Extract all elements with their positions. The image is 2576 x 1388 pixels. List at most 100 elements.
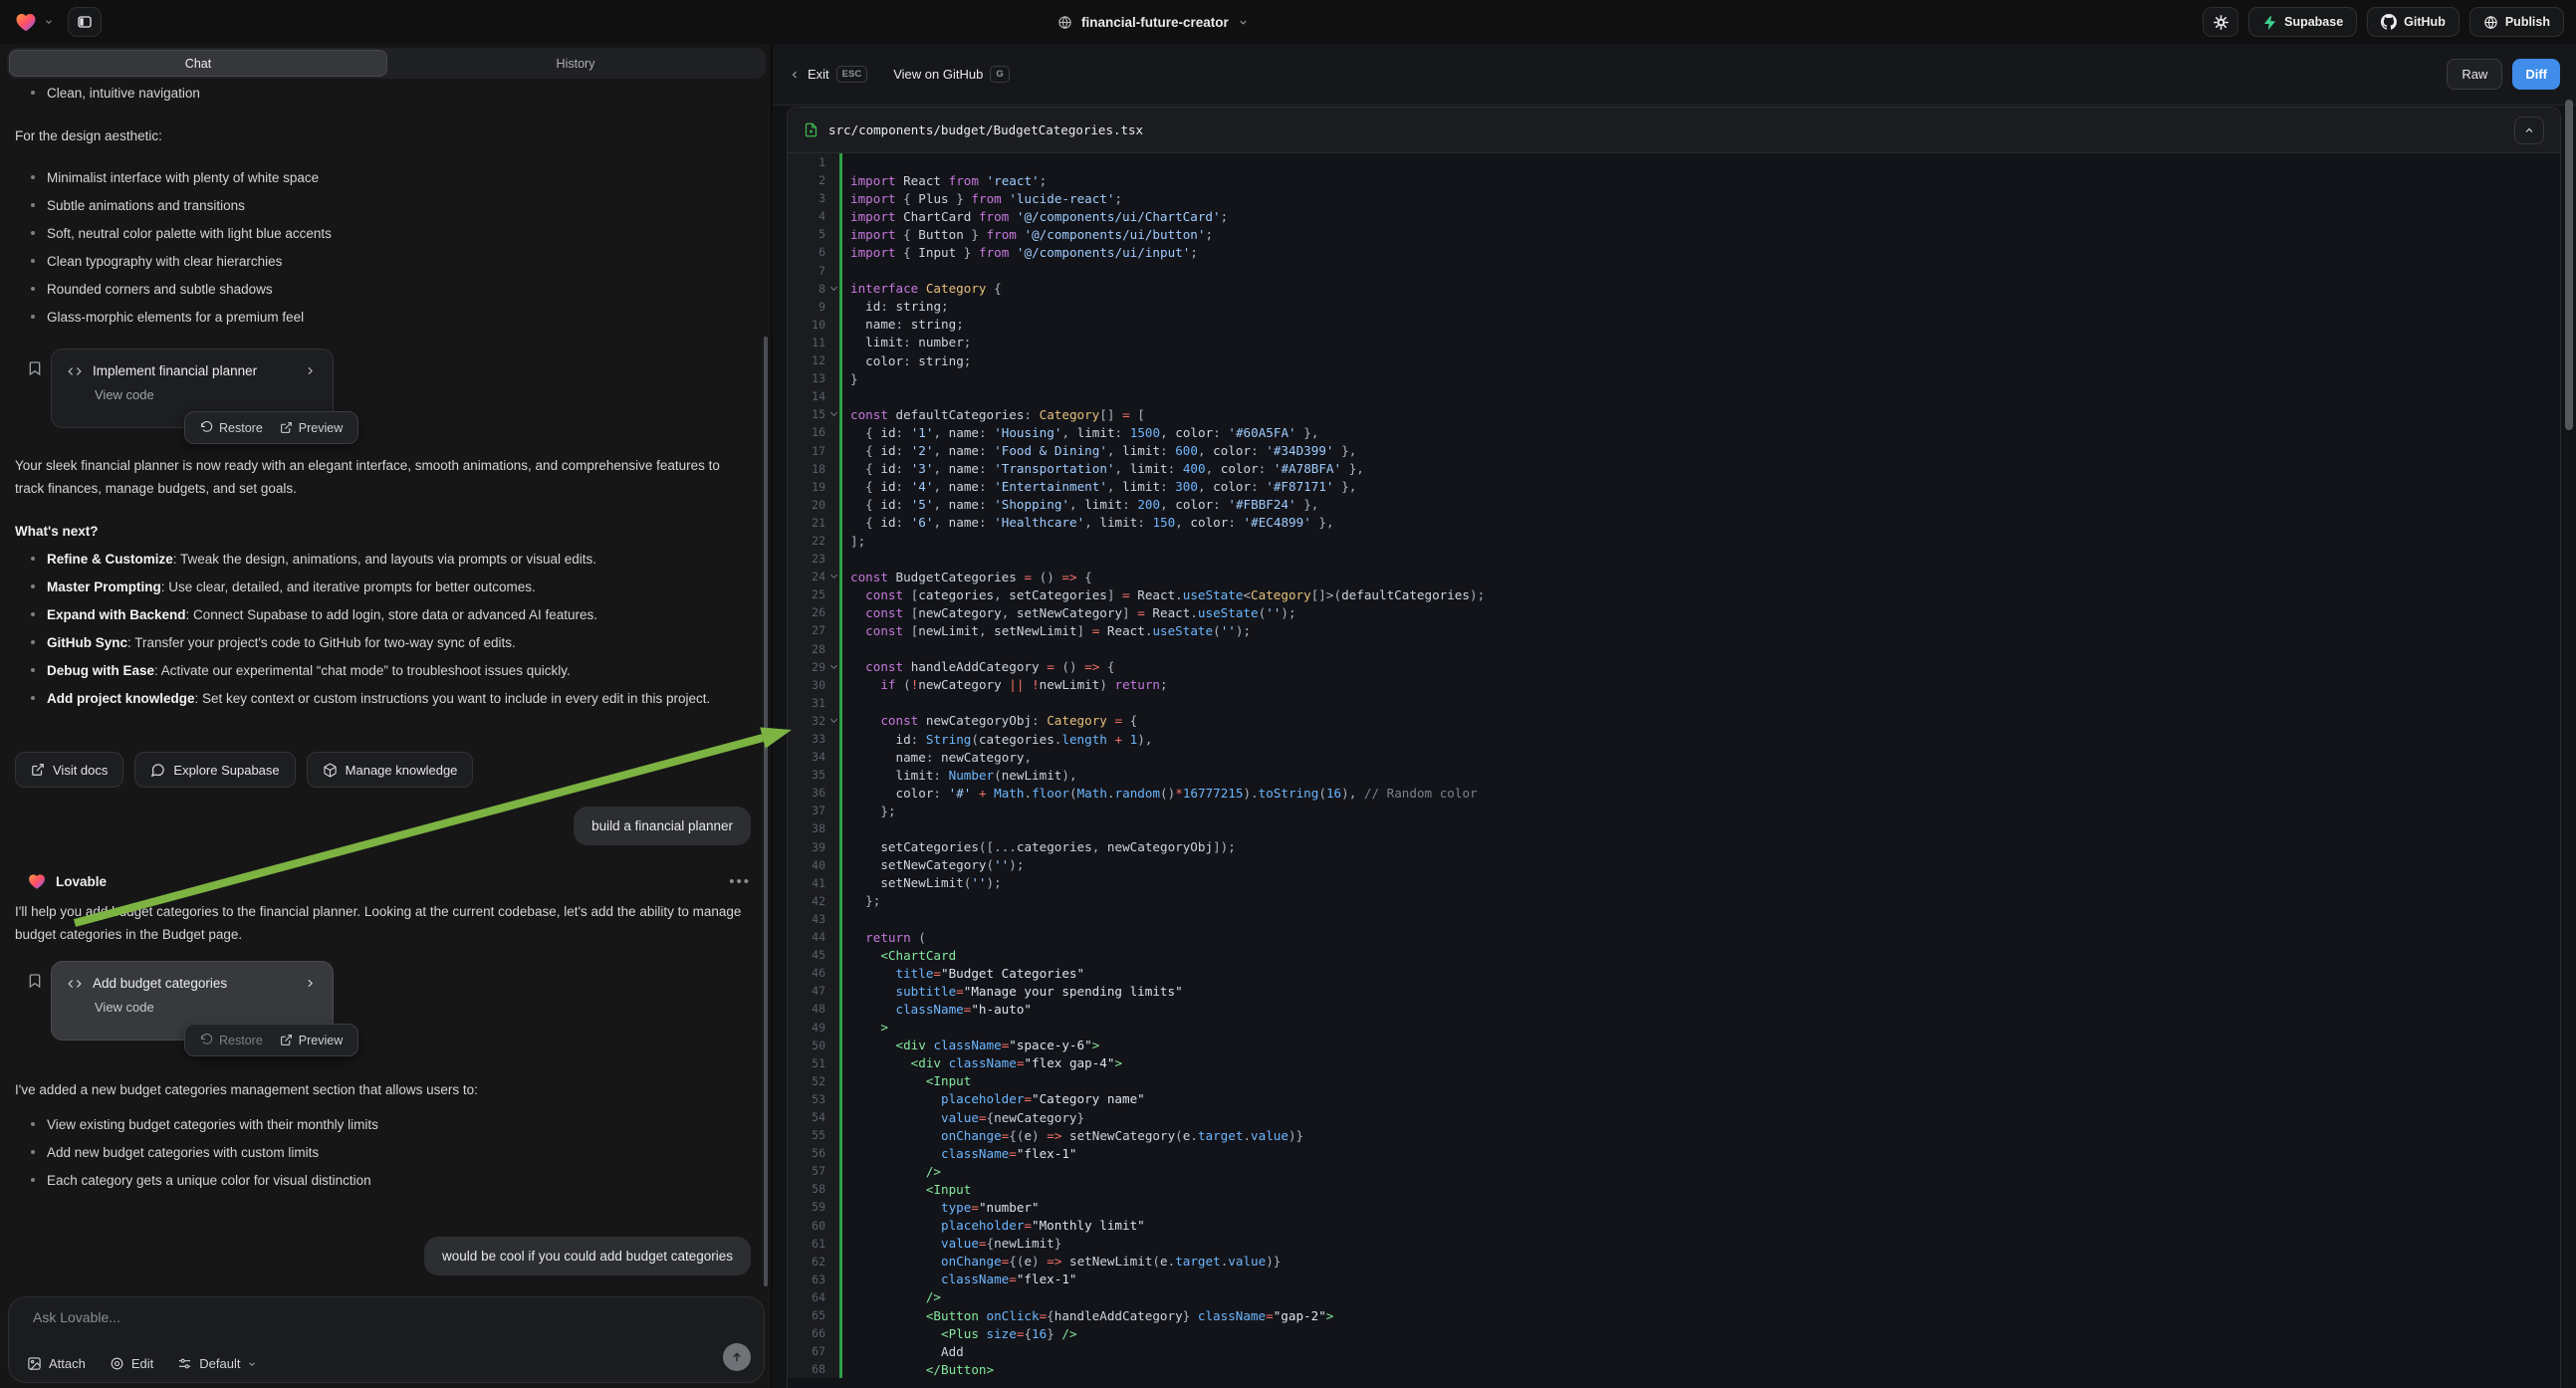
line-number: 18 <box>788 460 839 478</box>
line-number: 36 <box>788 784 839 802</box>
fold-chevron-icon[interactable] <box>830 716 837 723</box>
chat-input[interactable] <box>33 1309 740 1325</box>
view-code-link[interactable]: View code <box>95 1000 333 1015</box>
edit-mode-button[interactable]: Edit <box>110 1356 153 1371</box>
line-number: 27 <box>788 621 839 639</box>
preview-button[interactable]: Preview <box>280 421 343 435</box>
code-line: 13} <box>788 369 2560 387</box>
code-text: <ChartCard <box>842 948 956 963</box>
raw-label: Raw <box>2461 67 2487 82</box>
publish-button[interactable]: Publish <box>2469 7 2564 37</box>
code-text: limit: Number(newLimit), <box>842 768 1077 783</box>
assistant-header: Lovable ••• <box>27 871 751 891</box>
project-switcher[interactable]: financial-future-creator <box>1057 0 1249 44</box>
preview-button[interactable]: Preview <box>280 1034 343 1047</box>
line-number: 65 <box>788 1306 839 1324</box>
code-text: <div className="space-y-6"> <box>842 1038 1099 1052</box>
diff-toggle-button[interactable]: Diff <box>2512 59 2560 90</box>
code-text: /> <box>842 1164 941 1179</box>
line-number: 57 <box>788 1162 839 1180</box>
diff-added-bar <box>839 640 842 658</box>
code-text: id: String(categories.length + 1), <box>842 732 1152 747</box>
assistant-name: Lovable <box>56 874 107 889</box>
view-on-github-button[interactable]: View on GitHub G <box>893 66 1009 83</box>
more-options-icon[interactable]: ••• <box>729 873 751 890</box>
chat-scroll-area[interactable]: Clean, intuitive navigation For the desi… <box>0 79 771 1388</box>
tab-chat[interactable]: Chat <box>9 50 387 77</box>
code-text: <Plus size={16} /> <box>842 1326 1077 1341</box>
line-number: 23 <box>788 550 839 568</box>
restore-button[interactable]: Restore <box>200 1034 263 1047</box>
code-line: 56 className="flex-1" <box>788 1144 2560 1162</box>
send-button[interactable] <box>723 1343 751 1371</box>
code-text: Add <box>842 1344 964 1359</box>
line-number: 6 <box>788 243 839 261</box>
code-line: 54 value={newCategory} <box>788 1108 2560 1126</box>
code-line: 61 value={newLimit} <box>788 1235 2560 1253</box>
code-line: 47 subtitle="Manage your spending limits… <box>788 982 2560 1000</box>
supabase-button[interactable]: Supabase <box>2248 7 2357 37</box>
code-line: 24const BudgetCategories = () => { <box>788 568 2560 585</box>
code-line: 3import { Plus } from 'lucide-react'; <box>788 189 2560 207</box>
list-item-label: Debug with Ease <box>47 663 154 678</box>
attach-button[interactable]: Attach <box>27 1356 86 1371</box>
fold-chevron-icon[interactable] <box>830 662 837 669</box>
fold-chevron-icon[interactable] <box>830 409 837 416</box>
code-text: onChange={(e) => setNewCategory(e.target… <box>842 1128 1303 1143</box>
code-line: 6import { Input } from '@/components/ui/… <box>788 243 2560 261</box>
code-scrollbar[interactable] <box>2565 100 2573 430</box>
raw-toggle-button[interactable]: Raw <box>2447 59 2502 90</box>
bookmark-icon[interactable] <box>27 360 43 376</box>
code-text: </Button> <box>842 1362 994 1377</box>
manage-knowledge-label: Manage knowledge <box>346 763 458 778</box>
line-number: 67 <box>788 1342 839 1360</box>
fold-chevron-icon[interactable] <box>830 284 837 291</box>
line-number: 35 <box>788 766 839 784</box>
code-line: 33 id: String(categories.length + 1), <box>788 730 2560 748</box>
chat-scrollbar[interactable] <box>764 337 768 1286</box>
github-button[interactable]: GitHub <box>2367 7 2459 37</box>
chevron-down-icon <box>247 1359 257 1369</box>
line-number: 3 <box>788 189 839 207</box>
file-header[interactable]: src/components/budget/BudgetCategories.t… <box>788 108 2560 153</box>
line-number: 4 <box>788 207 839 225</box>
tab-history[interactable]: History <box>387 50 764 77</box>
code-lines[interactable]: 12import React from 'react';3import { Pl… <box>788 153 2560 1378</box>
exit-button[interactable]: Exit ESC <box>789 66 867 83</box>
code-line: 7 <box>788 262 2560 280</box>
line-number: 26 <box>788 603 839 621</box>
line-number: 9 <box>788 298 839 316</box>
user-message-bubble: build a financial planner <box>574 807 751 845</box>
manage-knowledge-button[interactable]: Manage knowledge <box>307 752 474 788</box>
visit-docs-button[interactable]: Visit docs <box>15 752 123 788</box>
explore-supabase-button[interactable]: Explore Supabase <box>134 752 295 788</box>
chat-panel: Chat History Clean, intuitive navigation… <box>0 44 772 1388</box>
code-line: 9 id: string; <box>788 298 2560 316</box>
restore-button[interactable]: Restore <box>200 421 263 435</box>
g-kbd-badge: G <box>990 66 1009 83</box>
line-number: 17 <box>788 442 839 460</box>
code-text: placeholder="Monthly limit" <box>842 1218 1145 1233</box>
settings-button[interactable] <box>2203 7 2238 37</box>
chevron-down-icon[interactable] <box>44 17 54 27</box>
mode-selector[interactable]: Default <box>177 1356 257 1371</box>
explore-supabase-label: Explore Supabase <box>173 763 279 778</box>
line-number: 20 <box>788 496 839 514</box>
view-code-link[interactable]: View code <box>95 387 333 402</box>
diff-added-bar <box>839 153 842 171</box>
panel-left-icon <box>77 14 93 30</box>
line-number: 48 <box>788 1000 839 1018</box>
design-heading: For the design aesthetic: <box>15 125 749 148</box>
collapse-file-button[interactable] <box>2514 116 2544 144</box>
list-item: Clean, intuitive navigation <box>0 84 753 103</box>
code-line: 55 onChange={(e) => setNewCategory(e.tar… <box>788 1126 2560 1144</box>
line-number: 1 <box>788 153 839 171</box>
fold-chevron-icon[interactable] <box>830 572 837 578</box>
edit-card-title: Implement financial planner <box>93 363 293 378</box>
code-line: 35 limit: Number(newLimit), <box>788 766 2560 784</box>
bookmark-icon[interactable] <box>27 973 43 989</box>
line-number: 63 <box>788 1271 839 1288</box>
sidebar-toggle-button[interactable] <box>68 7 102 37</box>
code-line: 5import { Button } from '@/components/ui… <box>788 225 2560 243</box>
lovable-logo-icon[interactable] <box>14 10 38 34</box>
